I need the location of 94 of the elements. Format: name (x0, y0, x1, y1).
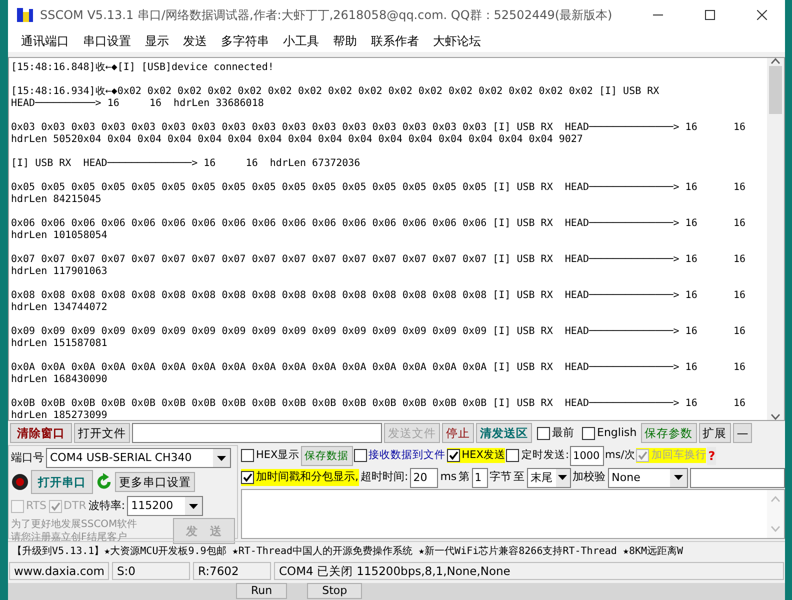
menu-item[interactable]: 通讯端口 (14, 32, 76, 50)
log-line: [I] USB RX HEAD──────────────> 16 16 hdrLen 67372036 (11, 158, 360, 170)
log-line: HEAD──────────> 16 16 hdrLen 33686018 (11, 98, 264, 110)
hex-send-checkbox[interactable]: HEX发送 (446, 448, 506, 464)
file-path-field[interactable] (132, 423, 382, 443)
scrollbar[interactable] (767, 490, 784, 538)
extra-field[interactable] (690, 468, 785, 488)
save-data-button[interactable]: 保存数据 (300, 446, 353, 466)
caret-icon (189, 504, 198, 508)
refresh-icon[interactable] (95, 473, 113, 491)
log-line: [15:48:16.934]收←◆0x02 0x02 0x02 0x02 0x02 0x02 0x02 0x02 0x02 0x02 0x02 0x02 0x02 0x02 0x02 0x02 [I] USB RX (11, 86, 660, 98)
check-icon (242, 472, 253, 483)
log-line: [15:48:16.848]收←◆[I] [USB]device connected! (11, 62, 274, 74)
close-icon (757, 10, 767, 20)
collapse-button[interactable]: — (732, 423, 752, 443)
english-checkbox[interactable]: English (582, 424, 637, 442)
send-input-field[interactable] (241, 489, 785, 539)
log-line: 0x0A 0x0A 0x0A 0x0A 0x0A 0x0A 0x0A 0x0A 0x0A 0x0A 0x0A 0x0A 0x0A 0x0A 0x0A 0x0A [I] USB RX HEAD──────────────> 16 16 (11, 362, 746, 374)
topmost-checkbox[interactable]: 最前 (537, 424, 574, 442)
caret-icon (674, 475, 683, 480)
background-button[interactable]: Run (236, 583, 288, 599)
expand-button[interactable]: 扩展 (698, 423, 731, 443)
help-icon[interactable]: ? (707, 446, 716, 464)
log-line: hdrLen 50520x04 0x04 0x04 0x04 0x04 0x04 0x04 0x04 0x04 0x04 0x04 0x04 0x04 0x04 0x04 0x04 9027 (11, 134, 583, 146)
start-byte-field[interactable]: 1 (472, 468, 488, 488)
background-button[interactable]: Stop (307, 583, 362, 599)
timed-send-checkbox[interactable]: 定时发送: (506, 448, 570, 464)
record-icon (11, 473, 29, 491)
receive-to-file-checkbox[interactable]: 接收数据到文件 (354, 448, 446, 464)
app-icon (16, 6, 34, 24)
scrollbar[interactable] (767, 58, 784, 420)
status-bar-cell: www.daxia.com (9, 562, 109, 580)
clear-window-button[interactable]: 清除窗口 (10, 423, 72, 443)
caret-icon (558, 475, 568, 480)
hex-display-checkbox[interactable]: HEX显示 (241, 448, 300, 464)
scroll-up-icon (771, 496, 780, 502)
menu-item[interactable]: 大虾论坛 (426, 32, 488, 50)
log-line: hdrLen 151587081 (11, 338, 108, 350)
end-select[interactable]: 末尾 (526, 468, 571, 488)
save-params-button[interactable]: 保存参数 (640, 423, 697, 443)
scroll-up-icon (771, 58, 780, 64)
timestamp-checkbox[interactable]: 加时间戳和分包显示, (241, 469, 358, 486)
marquee-text: 【升级到V5.13.1】★大资源MCU开发板9.9包邮 ★RT-Thread中国人的开源免费操作系统 ★新一代WiFi芯片兼容8266支持RT-Thread ★8KM远距离W (8, 541, 785, 561)
scrollbar-thumb[interactable] (769, 66, 782, 114)
log-line: 0x09 0x09 0x09 0x09 0x09 0x09 0x09 0x09 0x09 0x09 0x09 0x09 0x09 0x09 0x09 0x09 [I] USB RX HEAD──────────────> 16 16 (11, 326, 746, 338)
from-label: 第 (458, 469, 470, 486)
log-line: hdrLen 84215045 (11, 194, 102, 206)
caret-icon (217, 456, 226, 460)
log-line: 0x06 0x06 0x06 0x06 0x06 0x06 0x06 0x06 0x06 0x06 0x06 0x06 0x06 0x06 0x06 0x06 [I] USB RX HEAD──────────────> 16 16 (11, 218, 746, 230)
check-icon (448, 450, 459, 461)
log-line: hdrLen 117901063 (11, 266, 108, 278)
menu-item[interactable]: 多字符串 (214, 32, 276, 50)
check-icon (637, 450, 648, 461)
port-label: 端口号 (11, 450, 44, 466)
open-port-button[interactable]: 打开串口 (31, 470, 93, 494)
log-line: 0x07 0x07 0x07 0x07 0x07 0x07 0x07 0x07 0x07 0x07 0x07 0x07 0x07 0x07 0x07 0x07 [I] USB RX HEAD──────────────> 16 16 (11, 254, 746, 266)
menu-item[interactable]: 小工具 (276, 32, 326, 50)
log-line: 0x03 0x03 0x03 0x03 0x03 0x03 0x03 0x03 0x03 0x03 0x03 0x03 0x03 0x03 0x03 0x03 [I] USB RX HEAD──────────────> 16 16 (11, 122, 746, 134)
window-title: SSCOM V5.13.1 串口/网络数据调试器,作者:大虾丁丁,2618058@qq.com. QQ群：52502449(最新版本) (40, 7, 614, 24)
timeout-field[interactable]: 20 (410, 468, 438, 488)
status-bar-cell: S:0 (112, 562, 190, 580)
log-line: hdrLen 185273099 (11, 410, 108, 420)
timeout-unit: ms (440, 469, 457, 486)
timeout-label: 超时时间: (360, 469, 408, 486)
maximize-icon (705, 10, 715, 20)
baud-rate-label: 波特率: (88, 498, 126, 514)
to-label: 至 (514, 469, 525, 486)
stop-button[interactable]: 停止 (442, 423, 474, 443)
checksum-label: 加校验 (572, 469, 606, 486)
more-port-settings-button[interactable]: 更多串口设置 (115, 472, 195, 492)
check-icon (50, 500, 61, 512)
scroll-down-icon (771, 526, 780, 532)
menu-item[interactable]: 串口设置 (76, 32, 138, 50)
interval-unit: ms/次 (605, 448, 636, 463)
menu-item[interactable]: 帮助 (326, 32, 364, 50)
menu-item[interactable]: 显示 (138, 32, 176, 50)
status-bar-cell: R:7602 (193, 562, 271, 580)
status-bar-cell: COM4 已关闭 115200bps,8,1,None,None (274, 562, 784, 580)
log-line: 0x08 0x08 0x08 0x08 0x08 0x08 0x08 0x08 0x08 0x08 0x08 0x08 0x08 0x08 0x08 0x08 [I] USB RX HEAD──────────────> 16 16 (11, 290, 746, 302)
log-line: hdrLen 168430090 (11, 374, 108, 386)
checksum-select[interactable]: None (608, 468, 688, 488)
log-line: 0x05 0x05 0x05 0x05 0x05 0x05 0x05 0x05 0x05 0x05 0x05 0x05 0x05 0x05 0x05 0x05 [I] USB RX HEAD──────────────> 16 16 (11, 182, 746, 194)
menu-item[interactable]: 联系作者 (364, 32, 426, 50)
log-line: 0x0B 0x0B 0x0B 0x0B 0x0B 0x0B 0x0B 0x0B 0x0B 0x0B 0x0B 0x0B 0x0B 0x0B 0x0B 0x0B [I] USB RX HEAD──────────────> 16 16 (11, 398, 746, 410)
baud-rate-select[interactable]: 115200 (127, 496, 204, 516)
byte-label: 字节 (490, 469, 512, 486)
menu-item[interactable]: 发送 (176, 32, 214, 50)
scroll-down-icon (771, 414, 780, 420)
clear-send-button[interactable]: 清发送区 (476, 423, 532, 443)
port-select[interactable]: COM4 USB-SERIAL CH340 (46, 448, 231, 468)
open-file-button[interactable]: 打开文件 (74, 423, 130, 443)
log-line: hdrLen 101058054 (11, 230, 108, 242)
interval-field[interactable]: 1000 (570, 446, 604, 466)
log-line: hdrLen 134744072 (11, 302, 108, 314)
